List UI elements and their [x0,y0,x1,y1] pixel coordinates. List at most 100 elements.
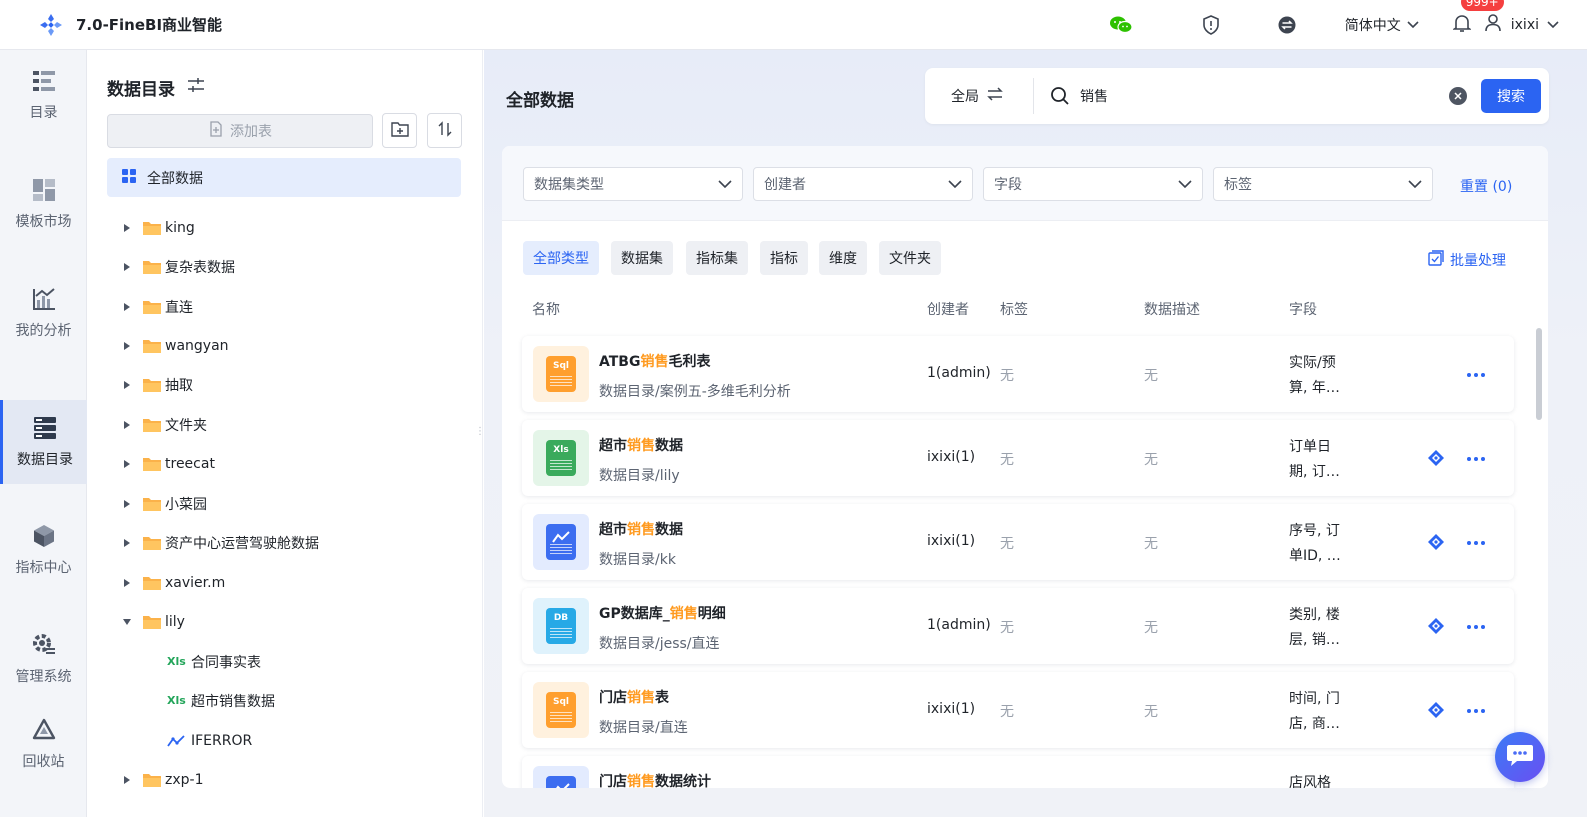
tab-all-types[interactable]: 全部类型 [523,241,599,275]
tree-folder-row[interactable]: wangyan [87,326,482,365]
wechat-icon[interactable] [1109,13,1133,37]
switch-circle-icon[interactable] [1275,13,1299,37]
nav-admin-system[interactable]: 管理系统 [0,617,87,701]
nav-data-catalog[interactable]: 数据目录 [0,400,87,484]
caret-right-icon[interactable] [121,538,133,548]
tree-folder-row-expanded[interactable]: lily [87,602,482,641]
dataset-name[interactable]: 门店销售表 [599,687,669,707]
tree-folder-row[interactable]: king [87,208,482,247]
nav-my-analysis[interactable]: 我的分析 [0,271,87,355]
tree-folder-row[interactable]: 直连 [87,287,482,326]
caret-right-icon[interactable] [121,380,133,390]
sql-dataset-icon: Sql [533,346,589,402]
table-row[interactable]: Sql ATBG销售毛利表 数据目录/案例五-多维毛利分析 1(admin) 无… [522,336,1514,412]
dataset-name[interactable]: 门店销售数据统计 [599,771,711,788]
template-market-icon [31,177,57,203]
tree-folder-row[interactable]: 抽取 [87,365,482,404]
dataset-name[interactable]: 超市销售数据 [599,519,683,539]
tree-dataset-row[interactable]: Xls 超市销售数据 [87,681,482,720]
more-actions-icon[interactable] [1466,534,1486,550]
admin-gear-icon [31,632,57,658]
add-table-button[interactable]: 添加表 [107,114,373,148]
sort-button[interactable] [427,113,462,148]
tree-folder-row[interactable]: treecat [87,444,482,483]
lineage-diamond-icon[interactable] [1427,617,1445,639]
caret-right-icon[interactable] [121,775,133,785]
tree-folder-row[interactable]: xavier.m [87,563,482,602]
lineage-diamond-icon[interactable] [1427,449,1445,471]
notifications-button[interactable]: 999+ [1451,0,1504,37]
caret-right-icon[interactable] [121,341,133,351]
caret-right-icon[interactable] [121,578,133,588]
tab-dataset[interactable]: 数据集 [611,241,673,275]
notification-badge: 999+ [1460,0,1504,11]
tag-cell: 无 [1000,452,1014,468]
user-menu[interactable]: ixixi [1484,14,1559,36]
new-folder-button[interactable] [382,113,417,148]
table-row[interactable]: DB GP数据库_销售明细 数据目录/jess/直连 1(admin) 无 无 … [522,588,1514,664]
tab-dimension[interactable]: 维度 [819,241,867,275]
search-button[interactable]: 搜索 [1481,79,1541,113]
more-actions-icon[interactable] [1466,618,1486,634]
more-actions-icon[interactable] [1466,702,1486,718]
table-row[interactable]: 超市销售数据 数据目录/kk ixixi(1) 无 无 序号, 订单ID, … [522,504,1514,580]
nav-recycle-bin[interactable]: 回收站 [0,702,87,786]
filter-dataset-type[interactable]: 数据集类型 [523,167,743,201]
nav-template-market[interactable]: 模板市场 [0,162,87,246]
filter-field[interactable]: 字段 [983,167,1203,201]
tree-folder-row[interactable]: 文件夹 [87,405,482,444]
tree-item-all-data[interactable]: 全部数据 [107,158,461,197]
clear-search-button[interactable] [1449,87,1467,105]
chart-dataset-icon [533,514,589,570]
filter-settings-icon[interactable] [187,77,205,98]
search-scope-toggle[interactable]: 全局 [951,86,1031,106]
lineage-diamond-icon[interactable] [1427,533,1445,555]
caret-right-icon[interactable] [121,223,133,233]
nav-metrics-center[interactable]: 指标中心 [0,508,87,592]
caret-right-icon[interactable] [121,499,133,509]
caret-right-icon[interactable] [121,420,133,430]
tree-dataset-row[interactable]: IFERROR [87,721,482,760]
chevron-down-icon [1408,176,1422,192]
tree-dataset-row[interactable]: Xls 合同事实表 [87,642,482,681]
filter-tag[interactable]: 标签 [1213,167,1433,201]
shield-help-icon[interactable] [1199,13,1223,37]
table-row[interactable]: 门店销售数据统计 店风格 [522,756,1514,788]
brand[interactable]: 7.0-FineBI商业智能 [38,12,222,38]
dataset-name[interactable]: GP数据库_销售明细 [599,603,726,623]
reset-filters-button[interactable]: 重置 (0) [1460,176,1512,196]
app-title: 7.0-FineBI商业智能 [76,16,223,34]
panel-resize-handle[interactable]: ⋮ [475,427,485,437]
new-folder-icon [390,121,409,141]
more-actions-icon[interactable] [1466,450,1486,466]
batch-process-button[interactable]: 批量处理 [1428,250,1506,270]
chart-dataset-icon [533,766,589,788]
lineage-diamond-icon[interactable] [1427,701,1445,723]
tree-folder-row[interactable]: zxp-1 [87,760,482,799]
caret-right-icon[interactable] [121,302,133,312]
search-input[interactable] [1080,81,1449,111]
tag-cell: 无 [1000,536,1014,552]
caret-right-icon[interactable] [121,262,133,272]
more-actions-icon[interactable] [1466,366,1486,382]
filter-creator[interactable]: 创建者 [753,167,973,201]
tree-folder-row[interactable]: 小菜园 [87,484,482,523]
language-selector[interactable]: 简体中文 [1345,15,1419,35]
tab-metric-set[interactable]: 指标集 [686,241,748,275]
add-file-icon [208,121,224,141]
caret-down-icon[interactable] [121,618,133,626]
dataset-name[interactable]: 超市销售数据 [599,435,683,455]
dataset-name[interactable]: ATBG销售毛利表 [599,351,710,371]
tree-folder-row[interactable]: 资产中心运营驾驶舱数据 [87,523,482,562]
nav-catalog[interactable]: 目录 [0,53,87,137]
results-scrollbar[interactable] [1536,328,1542,420]
chat-assistant-button[interactable] [1495,732,1545,782]
description-cell: 无 [1144,452,1158,468]
caret-right-icon[interactable] [121,459,133,469]
tab-folder[interactable]: 文件夹 [879,241,941,275]
table-row[interactable]: Xls 超市销售数据 数据目录/lily ixixi(1) 无 无 订单日 期, … [522,420,1514,496]
table-row[interactable]: Sql 门店销售表 数据目录/直连 ixixi(1) 无 无 时间, 门店, 商… [522,672,1514,748]
tree-folder-row[interactable]: 复杂表数据 [87,247,482,286]
xls-dataset-icon: Xls [533,430,589,486]
tab-metric[interactable]: 指标 [760,241,808,275]
